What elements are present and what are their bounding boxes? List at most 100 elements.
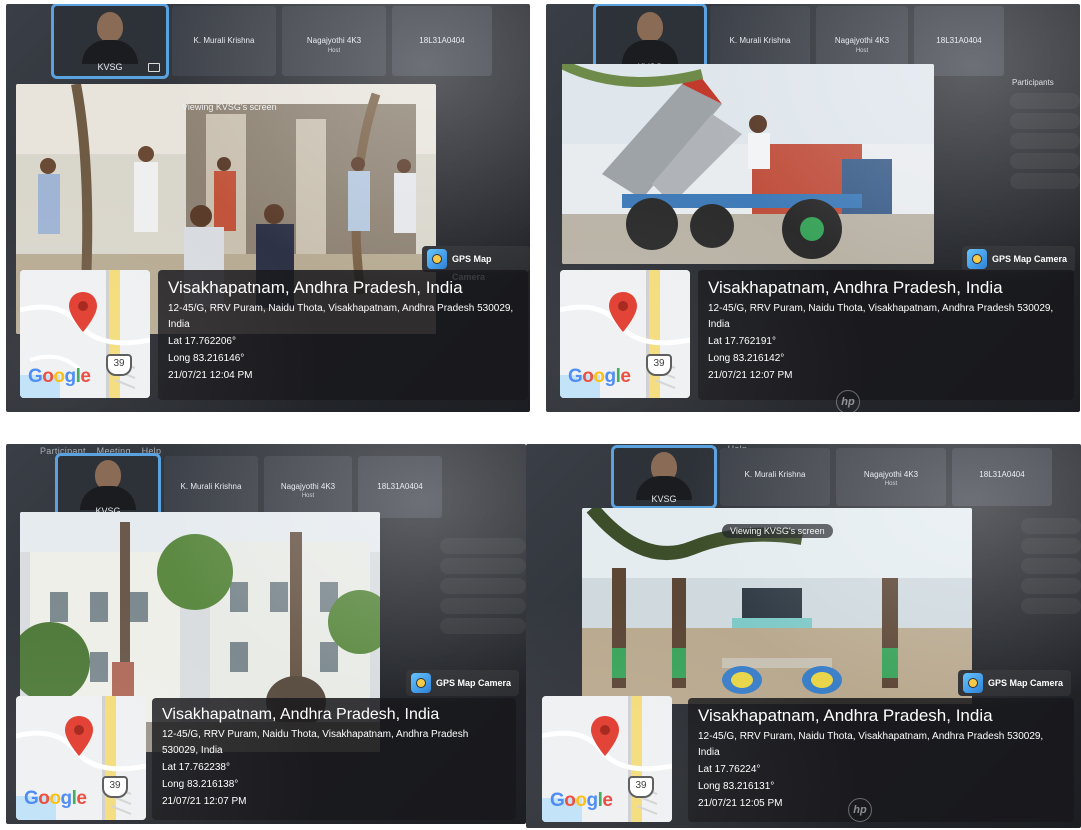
tile-sublabel: Host	[301, 493, 315, 499]
viewing-screen-label: Viewing KVSG's screen	[722, 524, 833, 538]
participants-header[interactable]: Participants	[1012, 78, 1080, 87]
latitude: Lat 17.762191°	[708, 336, 776, 347]
map-pin-icon	[69, 292, 97, 332]
participant-row[interactable]	[440, 618, 526, 634]
tile-label: K. Murali Krishna	[729, 36, 791, 45]
route-shield-icon: 39	[628, 776, 654, 798]
tile-label: Nagajyothi 4K3	[306, 36, 362, 45]
participant-face	[97, 12, 123, 42]
video-tile[interactable]: 18L31A0404	[952, 448, 1052, 506]
video-tile[interactable]: Nagajyothi 4K3 Host	[282, 6, 386, 76]
tile-label: 18L31A0404	[377, 482, 423, 491]
location-map: 39 Google	[20, 270, 150, 398]
timestamp: 21/07/21 12:04 PM	[168, 370, 253, 381]
photo-panel-4: Participant Meeting Help KVSG K. Murali …	[526, 444, 1081, 828]
menu-meeting[interactable]: Meeting	[97, 446, 131, 456]
route-shield-icon: 39	[646, 354, 672, 376]
photo-panel-3: Participant Meeting Help KVSG K. Murali …	[6, 444, 526, 824]
video-tile[interactable]: K. Murali Krishna	[172, 6, 276, 76]
gps-map-camera-icon	[963, 673, 983, 693]
participant-row[interactable]	[1021, 518, 1081, 534]
menu-bar: Participant Meeting Help	[40, 446, 169, 456]
menu-help[interactable]: Help	[142, 446, 162, 456]
gps-badge-label: GPS Map Camera	[992, 254, 1068, 264]
location-address: 12-45/G, RRV Puram, Naidu Thota, Visakha…	[698, 731, 1044, 758]
tile-label: Nagajyothi 4K3	[834, 36, 890, 45]
gps-badge-label: GPS Map Camera	[436, 678, 512, 688]
video-tiles: KVSG K. Murali Krishna Nagajyothi 4K3 Ho…	[55, 453, 442, 521]
longitude: Long 83.216146°	[168, 353, 245, 364]
gps-map-camera-icon	[427, 249, 447, 269]
hp-logo-icon: hp	[848, 798, 872, 822]
tile-label: Nagajyothi 4K3	[280, 482, 336, 491]
tile-label: K. Murali Krishna	[744, 470, 806, 479]
participant-row[interactable]	[440, 598, 526, 614]
participant-row[interactable]	[440, 538, 526, 554]
participant-face	[637, 12, 663, 42]
participant-row[interactable]	[1021, 598, 1081, 614]
location-map: 39 Google	[16, 696, 146, 820]
map-pin-icon	[591, 716, 619, 756]
participant-body	[622, 40, 678, 64]
video-tile-kvsg[interactable]: KVSG	[51, 4, 169, 79]
scene-tractor	[562, 64, 934, 264]
location-map: 39 Google	[560, 270, 690, 398]
video-tile[interactable]: 18L31A0404	[392, 6, 492, 76]
shared-screen-photo	[562, 64, 934, 264]
gps-map-camera-badge: GPS Map Camera	[958, 670, 1072, 696]
video-tile[interactable]: 18L31A0404	[358, 456, 442, 518]
participant-row[interactable]	[1010, 93, 1080, 109]
menu-participant[interactable]: Participant	[40, 446, 86, 456]
tile-sublabel: Host	[855, 48, 869, 54]
location-address: 12-45/G, RRV Puram, Naidu Thota, Visakha…	[162, 729, 469, 756]
video-tiles: KVSG K. Murali Krishna Nagajyothi 4K3 Ho…	[611, 445, 1052, 509]
tile-sublabel: Host	[884, 481, 898, 487]
participant-row[interactable]	[1021, 538, 1081, 554]
participant-row[interactable]	[1010, 173, 1080, 189]
route-shield-icon: 39	[102, 776, 128, 798]
tile-label: 18L31A0404	[419, 36, 465, 45]
video-tile[interactable]: Nagajyothi 4K3 Host	[836, 448, 946, 506]
participant-row[interactable]	[440, 558, 526, 574]
timestamp: 21/07/21 12:07 PM	[708, 370, 793, 381]
location-info-card: Visakhapatnam, Andhra Pradesh, India 12-…	[158, 270, 528, 400]
tile-label: 18L31A0404	[979, 470, 1025, 479]
gps-map-camera-badge: GPS Map Camera	[406, 670, 520, 696]
location-address: 12-45/G, RRV Puram, Naidu Thota, Visakha…	[708, 303, 1054, 330]
video-tile[interactable]: Nagajyothi 4K3 Host	[264, 456, 352, 518]
timestamp: 21/07/21 12:07 PM	[162, 796, 247, 807]
google-logo: Google	[550, 790, 613, 811]
latitude: Lat 17.76224°	[698, 764, 761, 775]
location-title: Visakhapatnam, Andhra Pradesh, India	[162, 706, 440, 723]
location-info-card: Visakhapatnam, Andhra Pradesh, India 12-…	[698, 270, 1074, 400]
longitude: Long 83.216138°	[162, 779, 239, 790]
longitude: Long 83.216142°	[708, 353, 785, 364]
google-logo: Google	[24, 788, 87, 809]
participant-row[interactable]	[1021, 578, 1081, 594]
location-title: Visakhapatnam, Andhra Pradesh, India	[168, 278, 463, 297]
gps-badge-label: GPS Map Camera	[988, 678, 1064, 688]
location-title: Visakhapatnam, Andhra Pradesh, India	[708, 278, 1003, 297]
participant-row[interactable]	[1010, 153, 1080, 169]
photo-panel-1: KVSG K. Murali Krishna Nagajyothi 4K3 Ho…	[6, 4, 530, 412]
google-logo: Google	[568, 366, 631, 387]
tile-label: K. Murali Krishna	[193, 36, 255, 45]
participant-row[interactable]	[1010, 133, 1080, 149]
participant-row[interactable]	[440, 578, 526, 594]
video-tile-kvsg[interactable]: KVSG	[55, 453, 161, 521]
video-tile[interactable]: K. Murali Krishna	[164, 456, 258, 518]
tile-sublabel: Host	[327, 48, 341, 54]
route-shield-icon: 39	[106, 354, 132, 376]
tile-label: 18L31A0404	[936, 36, 982, 45]
participant-row[interactable]	[1021, 558, 1081, 574]
video-tile-kvsg[interactable]: KVSG	[611, 445, 717, 509]
video-tile[interactable]: K. Murali Krishna	[720, 448, 830, 506]
gps-map-camera-icon	[411, 673, 431, 693]
participant-row[interactable]	[1010, 113, 1080, 129]
google-logo: Google	[28, 366, 91, 387]
latitude: Lat 17.762238°	[162, 762, 230, 773]
tile-label: K. Murali Krishna	[180, 482, 242, 491]
participant-body	[82, 40, 138, 64]
tile-label: Nagajyothi 4K3	[863, 470, 919, 479]
hp-logo-icon: hp	[836, 390, 860, 412]
